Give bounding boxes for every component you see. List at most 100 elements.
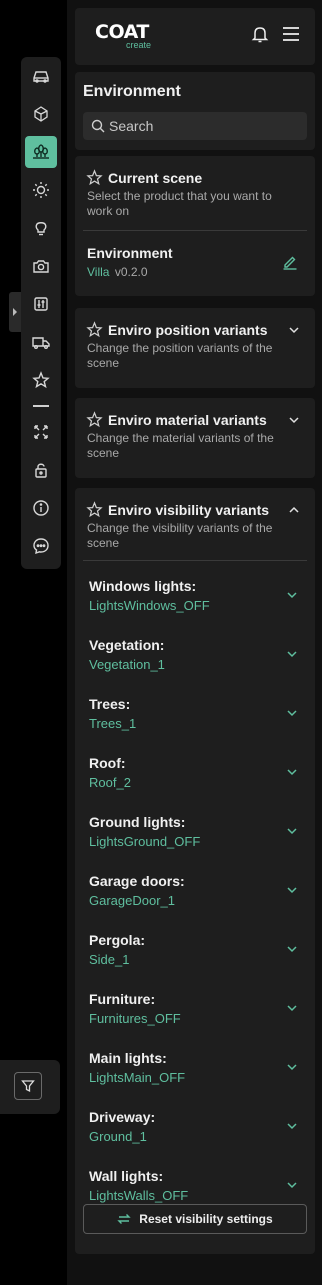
lightbulb-button[interactable]	[25, 212, 57, 244]
current-scene-card: Current scene Select the product that yo…	[75, 156, 315, 296]
chevron-down-icon[interactable]	[285, 1060, 299, 1074]
item-value: LightsMain_OFF	[89, 1070, 186, 1085]
chevron-down-icon[interactable]	[285, 942, 299, 956]
lightbulb-icon	[35, 222, 47, 236]
lock-button[interactable]	[25, 454, 57, 486]
chevron-down-icon[interactable]	[285, 588, 299, 602]
star-icon	[32, 371, 50, 389]
divider	[83, 230, 307, 231]
chat-button[interactable]	[25, 530, 57, 562]
chevron-down-icon[interactable]	[285, 1119, 299, 1133]
item-label: Furniture:	[89, 991, 156, 1007]
item-value: GarageDoor_1	[89, 893, 175, 908]
scene-name: Environment	[87, 245, 173, 261]
item-value: Furnitures_OFF	[89, 1011, 181, 1026]
item-value: Ground_1	[89, 1129, 147, 1144]
hamburger-menu-icon	[283, 27, 299, 41]
search-input[interactable]	[109, 112, 299, 140]
item-label: Garage doors:	[89, 873, 185, 889]
chevron-down-icon[interactable]	[285, 824, 299, 838]
vehicle-icon	[32, 337, 50, 349]
side-panel: COAT create Environment Current scene Se…	[67, 0, 322, 1285]
favorites-button[interactable]	[25, 364, 57, 396]
star-icon[interactable]	[86, 169, 103, 186]
cube-button[interactable]	[25, 98, 57, 130]
item-value: Trees_1	[89, 716, 137, 731]
sliders-icon	[34, 297, 48, 311]
chat-icon	[33, 538, 49, 555]
list-item[interactable]: Driveway: Ground_1	[89, 1109, 309, 1159]
list-item[interactable]: Main lights: LightsMain_OFF	[89, 1050, 309, 1100]
item-label: Driveway:	[89, 1109, 156, 1125]
list-item[interactable]: Roof: Roof_2	[89, 755, 309, 805]
sliders-button[interactable]	[25, 288, 57, 320]
position-variants-card[interactable]: Enviro position variants Change the posi…	[75, 308, 315, 388]
item-value: Side_1	[89, 952, 130, 967]
search-icon	[91, 119, 105, 133]
vehicle-button[interactable]	[25, 326, 57, 358]
filter-button[interactable]	[14, 1072, 42, 1100]
unlock-icon	[35, 463, 47, 478]
chevron-down-icon[interactable]	[285, 647, 299, 661]
item-value: Roof_2	[89, 775, 131, 790]
scene-variant: Villa v0.2.0	[87, 265, 148, 279]
list-item[interactable]: Vegetation: Vegetation_1	[89, 637, 309, 687]
star-icon[interactable]	[86, 321, 103, 338]
camera-button[interactable]	[25, 250, 57, 282]
logo-subtext: create	[126, 40, 152, 50]
chevron-up-icon[interactable]	[287, 503, 301, 517]
notifications-button[interactable]	[250, 24, 270, 44]
logo: COAT create	[95, 22, 151, 50]
filter-container	[0, 1060, 60, 1114]
reset-button-label: Reset visibility settings	[139, 1212, 273, 1226]
chevron-down-icon[interactable]	[287, 413, 301, 427]
star-icon[interactable]	[86, 501, 103, 518]
card-title: Enviro material variants	[108, 412, 267, 428]
chevron-down-icon[interactable]	[287, 323, 301, 337]
toolbar-separator	[33, 405, 49, 407]
item-label: Ground lights:	[89, 814, 186, 830]
edit-scene-button[interactable]	[282, 254, 298, 270]
environment-button[interactable]	[25, 136, 57, 168]
toolbar-collapse-tab[interactable]	[9, 292, 21, 332]
reset-visibility-button[interactable]: Reset visibility settings	[83, 1204, 307, 1234]
card-description: Change the material variants of the scen…	[87, 431, 274, 460]
sun-button[interactable]	[25, 174, 57, 206]
filter-icon	[21, 1080, 35, 1093]
item-label: Main lights:	[89, 1050, 167, 1066]
chevron-down-icon[interactable]	[285, 765, 299, 779]
item-label: Windows lights:	[89, 578, 197, 594]
card-description: Change the position variants of the scen…	[87, 341, 273, 370]
chevron-down-icon[interactable]	[285, 706, 299, 720]
menu-button[interactable]	[281, 24, 301, 44]
item-label: Wall lights:	[89, 1168, 164, 1184]
chevron-down-icon[interactable]	[285, 883, 299, 897]
list-item[interactable]: Furniture: Furnitures_OFF	[89, 991, 309, 1041]
list-item[interactable]: Windows lights: LightsWindows_OFF	[89, 578, 309, 628]
forest-icon	[33, 144, 49, 159]
pencil-icon	[283, 256, 297, 270]
material-variants-card[interactable]: Enviro material variants Change the mate…	[75, 398, 315, 478]
card-title: Enviro position variants	[108, 322, 268, 338]
item-label: Trees:	[89, 696, 131, 712]
card-description: Change the visibility variants of the sc…	[87, 521, 273, 550]
visibility-variants-card: Enviro visibility variants Change the vi…	[75, 488, 315, 1254]
chevron-down-icon[interactable]	[285, 1001, 299, 1015]
list-item[interactable]: Pergola: Side_1	[89, 932, 309, 982]
info-button[interactable]	[25, 492, 57, 524]
list-item[interactable]: Ground lights: LightsGround_OFF	[89, 814, 309, 864]
item-value: Vegetation_1	[89, 657, 165, 672]
fullscreen-button[interactable]	[25, 416, 57, 448]
expand-icon	[34, 425, 48, 439]
list-item[interactable]: Garage doors: GarageDoor_1	[89, 873, 309, 923]
item-label: Roof:	[89, 755, 126, 771]
chevron-down-icon[interactable]	[285, 1178, 299, 1192]
info-icon	[33, 500, 49, 516]
card-title: Enviro visibility variants	[108, 502, 270, 518]
sun-icon	[33, 182, 49, 198]
star-icon[interactable]	[86, 411, 103, 428]
list-item[interactable]: Trees: Trees_1	[89, 696, 309, 746]
car-button[interactable]	[25, 60, 57, 92]
scene-variant-name: Villa	[87, 265, 110, 279]
card-title: Current scene	[108, 170, 203, 186]
